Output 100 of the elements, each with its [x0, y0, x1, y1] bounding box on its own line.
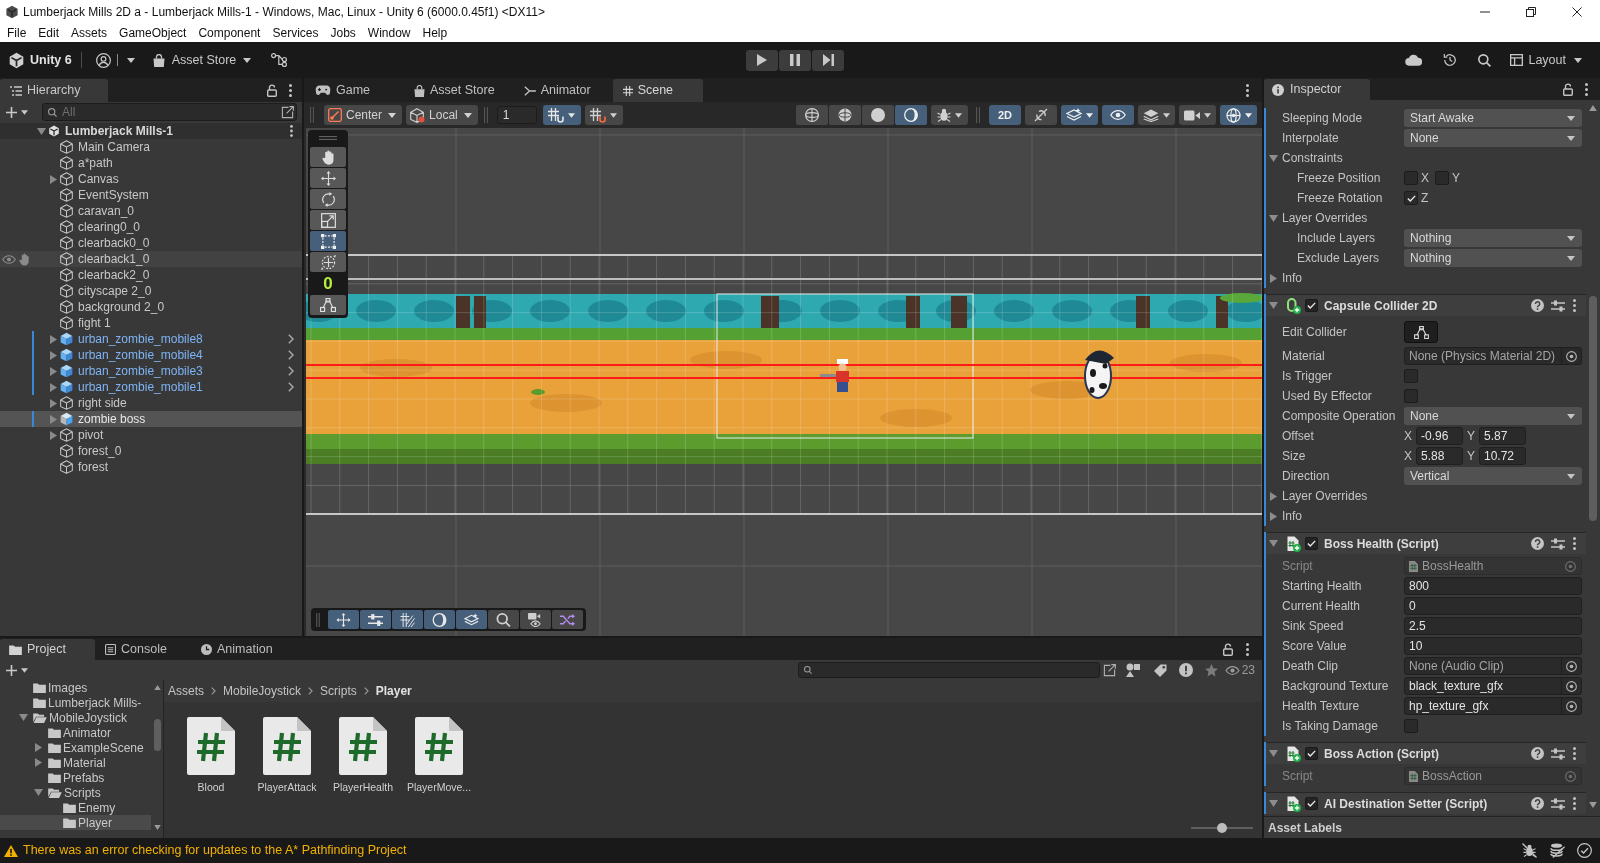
hierarchy-item[interactable]: urban_zombie_mobile3	[0, 363, 302, 379]
breadcrumb-link[interactable]: Player	[375, 682, 412, 700]
object-field[interactable]: None (Physics Material 2D)	[1404, 347, 1582, 365]
hierarchy-item[interactable]: zombie boss	[0, 411, 302, 427]
zombie-character[interactable]	[1084, 350, 1114, 399]
grid-button[interactable]	[584, 105, 623, 125]
hierarchy-item[interactable]: EventSystem	[0, 187, 302, 203]
number-field[interactable]: 2.5	[1404, 617, 1582, 635]
tool-button[interactable]	[310, 147, 346, 167]
tool-button[interactable]	[310, 231, 346, 251]
draw-mode-button[interactable]	[895, 105, 927, 125]
visibility-button[interactable]	[1102, 105, 1134, 125]
component-header[interactable]: Boss Action (Script)	[1266, 742, 1586, 764]
shapes-icon[interactable]	[1125, 663, 1141, 677]
history-icon[interactable]	[1443, 53, 1458, 67]
pivot-rotation-dropdown[interactable]: Local	[406, 105, 478, 125]
help-icon[interactable]	[1531, 747, 1544, 760]
checkbox[interactable]	[1305, 537, 1318, 550]
target-icon[interactable]	[1566, 350, 1577, 362]
tool-button[interactable]	[310, 189, 346, 209]
expanded-arrow-icon[interactable]	[19, 714, 28, 721]
folder-item[interactable]: Player	[0, 815, 151, 830]
panel-tab[interactable]: Asset Store	[404, 79, 505, 102]
number-field[interactable]: 5.87	[1479, 427, 1526, 445]
mode-2d-button[interactable]: 2D	[989, 105, 1021, 125]
more-icon[interactable]	[1573, 299, 1576, 312]
dropdown[interactable]: None	[1404, 129, 1582, 147]
help-icon[interactable]	[1531, 797, 1544, 810]
script-file-icon[interactable]	[187, 717, 235, 775]
search-icon[interactable]	[1478, 53, 1492, 67]
expanded-arrow-icon[interactable]	[1269, 214, 1278, 222]
more-icon[interactable]	[1573, 797, 1576, 810]
foldout-label[interactable]: Layer Overrides	[1282, 487, 1368, 505]
hierarchy-item[interactable]: Main Camera	[0, 139, 302, 155]
edit-collider-button[interactable]	[1404, 321, 1438, 343]
object-field[interactable]: None (Audio Clip)	[1404, 657, 1582, 675]
help-icon[interactable]	[1531, 299, 1544, 312]
drag-handle-icon[interactable]	[310, 107, 314, 123]
checkbox[interactable]	[1305, 797, 1318, 810]
sliders-icon[interactable]	[1551, 797, 1565, 810]
hidden-packages-button[interactable]: 23	[1224, 661, 1255, 679]
camera-button[interactable]	[1179, 105, 1216, 125]
more-icon[interactable]	[290, 125, 293, 137]
hierarchy-item[interactable]: clearback1_0	[0, 251, 302, 267]
more-icon[interactable]	[289, 84, 292, 97]
menu-item[interactable]: Services	[266, 24, 325, 42]
pivot-mode-dropdown[interactable]: Center	[324, 105, 403, 125]
component-header[interactable]: AI Destination Setter (Script)	[1266, 792, 1586, 814]
number-field[interactable]: -0.96	[1416, 427, 1463, 445]
eye-icon[interactable]	[2, 254, 16, 264]
dropdown[interactable]: Nothing	[1404, 249, 1582, 267]
more-icon[interactable]	[1246, 643, 1249, 656]
unity-logo-icon[interactable]	[8, 51, 25, 69]
grid-snap-button[interactable]	[542, 105, 581, 125]
tool-button[interactable]	[310, 252, 346, 272]
overlay-button[interactable]	[392, 610, 423, 629]
sliders-icon[interactable]	[1551, 299, 1565, 312]
expanded-arrow-icon[interactable]	[1269, 800, 1278, 807]
menu-item[interactable]: Window	[361, 24, 417, 42]
caret-icon[interactable]	[21, 109, 28, 115]
step-button[interactable]	[812, 49, 844, 71]
alert-icon[interactable]	[1178, 663, 1193, 677]
folder-item[interactable]: ExampleScene	[0, 740, 151, 755]
tag-icon[interactable]	[1153, 663, 1167, 677]
draw-mode-button[interactable]	[829, 105, 861, 125]
tool-button[interactable]	[310, 210, 346, 230]
folder-item[interactable]: Enemy	[0, 800, 151, 815]
folder-item[interactable]: Material	[0, 755, 151, 770]
component-header[interactable]: Capsule Collider 2D	[1266, 294, 1586, 316]
scroll-up-icon[interactable]	[153, 685, 161, 690]
tool-button[interactable]	[310, 295, 346, 315]
popout-icon[interactable]	[1102, 663, 1116, 677]
foldout-label[interactable]: Layer Overrides	[1282, 209, 1368, 227]
overlay-button[interactable]	[552, 610, 583, 629]
debug-button[interactable]	[931, 105, 968, 125]
hierarchy-item[interactable]: clearback0_0	[0, 235, 302, 251]
hierarchy-item[interactable]: fight 1	[0, 315, 302, 331]
script-file-icon[interactable]	[263, 717, 311, 775]
plus-icon[interactable]	[6, 664, 17, 676]
checkbox[interactable]	[1404, 389, 1418, 403]
menu-item[interactable]: Help	[416, 24, 454, 42]
play-button[interactable]	[746, 49, 778, 71]
checkbox[interactable]	[1305, 747, 1318, 760]
panel-tab[interactable]: Animator	[513, 79, 604, 102]
object-field[interactable]: black_texture_gfx	[1404, 677, 1582, 695]
lock-icon[interactable]	[1223, 643, 1233, 656]
panel-tab[interactable]: Animation	[192, 639, 287, 660]
dropdown[interactable]: None	[1404, 407, 1582, 425]
expanded-arrow-icon[interactable]	[1269, 540, 1278, 547]
hand-icon[interactable]	[19, 252, 30, 266]
checkbox[interactable]	[1404, 191, 1418, 205]
number-field[interactable]: 10.72	[1479, 447, 1526, 465]
breadcrumb-link[interactable]: Assets	[168, 682, 204, 700]
draw-mode-button[interactable]	[796, 105, 828, 125]
hierarchy-item[interactable]: clearing0_0	[0, 219, 302, 235]
hierarchy-item[interactable]: Canvas	[0, 171, 302, 187]
lighting-button[interactable]	[1025, 105, 1057, 125]
menu-item[interactable]: Edit	[32, 24, 66, 42]
hierarchy-item[interactable]: background 2_0	[0, 299, 302, 315]
number-field[interactable]: 5.88	[1416, 447, 1463, 465]
